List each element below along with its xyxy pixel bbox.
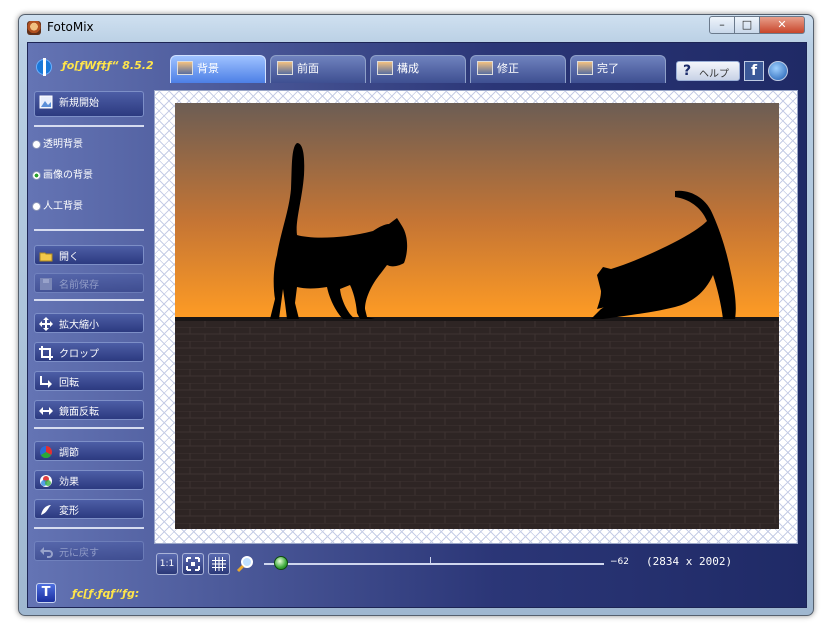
magnifier-icon xyxy=(236,556,253,573)
save-as-button[interactable]: 名前保存 xyxy=(34,273,144,293)
top-toolbar: ƒo[ƒWƒ‡ƒ“ 8.5.2 背景 前面 構成 修正 完了 ? ヘルプ f xyxy=(28,43,806,87)
image-dimensions: (2834 x 2002) xyxy=(646,555,733,568)
tool-hint-label: ƒc[ƒ‹ƒqƒ“ƒg: xyxy=(72,587,140,600)
sidebar-item-label: 調節 xyxy=(59,448,79,459)
sidebar-item-label: 開く xyxy=(59,252,79,263)
radio-transparent[interactable]: 透明背景 xyxy=(32,135,83,150)
divider xyxy=(34,427,144,429)
rotate-button[interactable]: 回転 xyxy=(34,371,144,391)
scale-button[interactable]: 拡大縮小 xyxy=(34,313,144,333)
zoom-slider-thumb[interactable] xyxy=(274,556,288,570)
undo-icon xyxy=(40,547,53,558)
compose-icon xyxy=(377,61,393,75)
radio-label: 透明背景 xyxy=(43,139,83,150)
actual-size-button[interactable]: 1:1 xyxy=(156,553,178,575)
sidebar-item-label: 名前保存 xyxy=(59,280,99,291)
flip-icon xyxy=(39,407,53,415)
minimize-button[interactable]: – xyxy=(709,16,735,34)
facebook-icon[interactable]: f xyxy=(744,61,764,81)
tab-label: 完了 xyxy=(597,62,619,75)
view-toolbar: 1:1 −62 (2834 x 2002) xyxy=(152,547,802,577)
app-window: FotoMix – □ ✕ ƒo[ƒWƒ‡ƒ“ 8.5.2 背景 前面 構成 修… xyxy=(18,14,814,616)
effects-button[interactable]: 効果 xyxy=(34,470,144,490)
status-bar: T ƒc[ƒ‹ƒqƒ“ƒg: xyxy=(28,577,806,607)
client-area: ƒo[ƒWƒ‡ƒ“ 8.5.2 背景 前面 構成 修正 完了 ? ヘルプ f 新… xyxy=(27,42,807,608)
save-icon xyxy=(40,278,52,290)
radio-dot xyxy=(32,201,41,211)
mirror-button[interactable]: 鏡面反転 xyxy=(34,400,144,420)
radio-dot xyxy=(32,139,41,149)
sidebar-item-label: 鏡面反転 xyxy=(59,407,99,418)
app-icon xyxy=(27,21,41,35)
rotate-icon xyxy=(40,376,52,388)
tab-background[interactable]: 背景 xyxy=(170,55,266,83)
help-label: ヘルプ xyxy=(699,69,729,80)
divider xyxy=(34,229,144,231)
adjust-button[interactable]: 調節 xyxy=(34,441,144,461)
sidebar-item-label: 元に戻す xyxy=(59,548,99,559)
color-wheel-icon xyxy=(40,446,53,459)
move-arrows-icon xyxy=(39,317,53,331)
finish-icon xyxy=(577,61,593,75)
window-title: FotoMix xyxy=(47,20,94,34)
divider xyxy=(34,527,144,529)
grid-icon xyxy=(212,557,226,571)
sidebar-item-label: 変形 xyxy=(59,506,79,517)
crop-button[interactable]: クロップ xyxy=(34,342,144,362)
radio-label: 画像の背景 xyxy=(43,170,93,181)
undo-button[interactable]: 元に戻す xyxy=(34,541,144,561)
close-button[interactable]: ✕ xyxy=(759,16,805,34)
brush-icon xyxy=(477,61,493,75)
fit-window-button[interactable] xyxy=(182,553,204,575)
slider-center-tick xyxy=(430,557,431,565)
tab-finish[interactable]: 完了 xyxy=(570,55,666,83)
grid-button[interactable] xyxy=(208,553,230,575)
radio-label: 人工背景 xyxy=(43,201,83,212)
tab-label: 前面 xyxy=(297,62,319,75)
tab-label: 修正 xyxy=(497,62,519,75)
new-image-icon xyxy=(39,95,53,109)
tab-correct[interactable]: 修正 xyxy=(470,55,566,83)
maximize-button[interactable]: □ xyxy=(734,16,760,34)
new-start-button[interactable]: 新規開始 xyxy=(34,91,144,117)
tab-foreground[interactable]: 前面 xyxy=(270,55,366,83)
title-bar[interactable]: FotoMix – □ ✕ xyxy=(19,15,813,41)
fit-icon xyxy=(186,557,200,571)
sidebar: 新規開始 透明背景 画像の背景 人工背景 開く 名前保存 拡大縮小 クロップ 回… xyxy=(28,87,152,575)
zoom-slider-track[interactable] xyxy=(264,563,604,565)
help-button[interactable]: ? ヘルプ xyxy=(676,61,740,81)
sidebar-item-label: クロップ xyxy=(59,349,99,360)
zoom-value: −62 xyxy=(610,557,629,567)
transform-icon xyxy=(41,505,51,515)
sidebar-item-label: 拡大縮小 xyxy=(59,320,99,331)
divider xyxy=(34,299,144,301)
radio-image[interactable]: 画像の背景 xyxy=(32,166,93,181)
sidebar-item-label: 効果 xyxy=(59,477,79,488)
tab-compose[interactable]: 構成 xyxy=(370,55,466,83)
sidebar-item-label: 回転 xyxy=(59,378,79,389)
text-tool-icon[interactable]: T xyxy=(36,583,56,603)
image-canvas[interactable] xyxy=(154,90,798,544)
background-photo xyxy=(175,103,779,529)
radio-artificial[interactable]: 人工背景 xyxy=(32,197,83,212)
radio-dot xyxy=(32,170,41,180)
image-icon xyxy=(177,61,193,75)
tab-label: 構成 xyxy=(397,62,419,75)
tab-label: 背景 xyxy=(197,62,219,75)
sidebar-item-label: 新規開始 xyxy=(59,98,99,109)
logo-icon xyxy=(36,58,52,76)
crop-icon xyxy=(39,346,53,360)
help-icon: ? xyxy=(683,63,692,79)
divider xyxy=(34,125,144,127)
transform-button[interactable]: 変形 xyxy=(34,499,144,519)
open-button[interactable]: 開く xyxy=(34,245,144,265)
version-label: ƒo[ƒWƒ‡ƒ“ 8.5.2 xyxy=(62,59,154,72)
folder-icon xyxy=(39,252,53,262)
effects-icon xyxy=(40,475,52,487)
face-icon xyxy=(277,61,293,75)
globe-icon[interactable] xyxy=(768,61,788,81)
